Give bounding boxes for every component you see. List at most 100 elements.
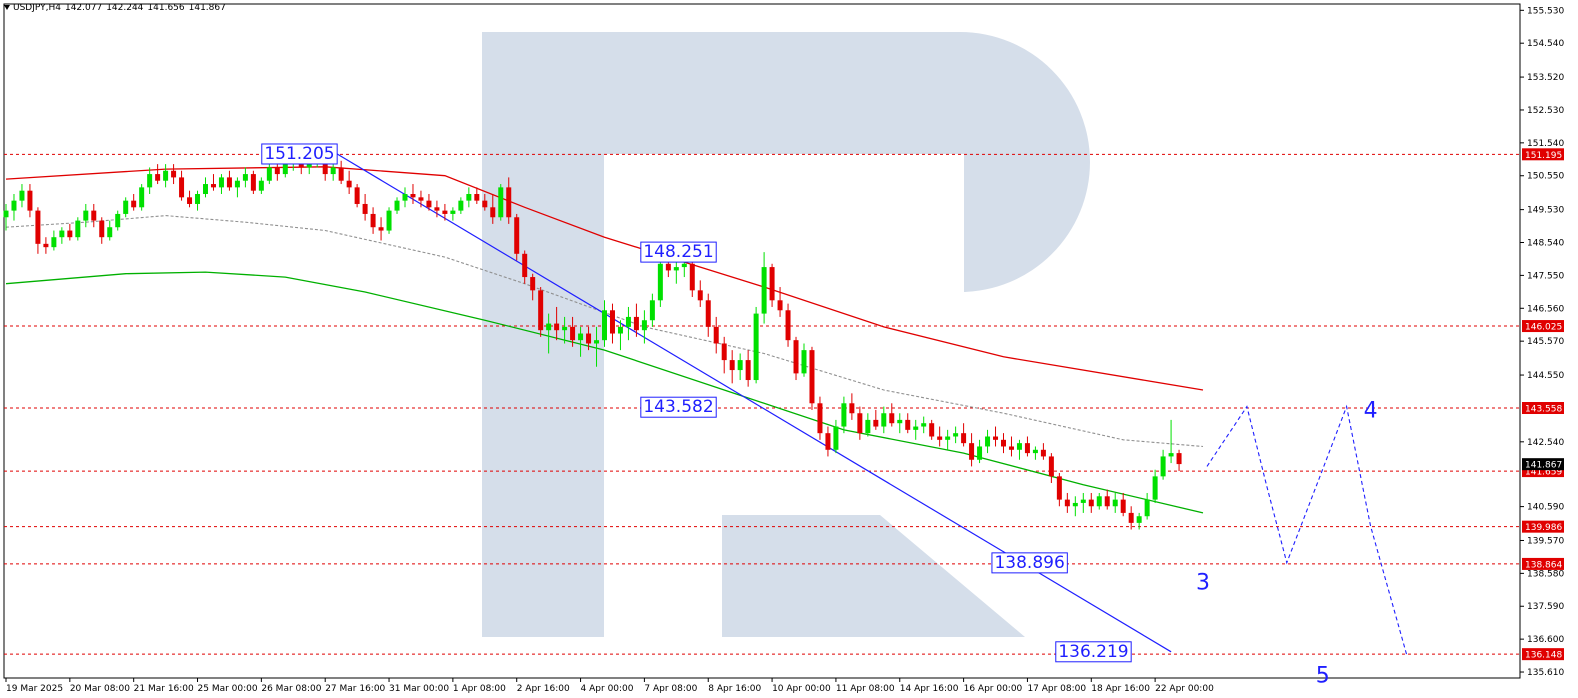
level-tag-label: 151.195 xyxy=(1525,151,1562,161)
level-tag-label: 138.864 xyxy=(1525,560,1562,570)
candle-body xyxy=(1096,496,1102,507)
candle-body xyxy=(522,253,528,278)
candle-body xyxy=(673,267,679,271)
candle-body xyxy=(282,164,288,175)
candle-body xyxy=(394,200,400,211)
candle-body xyxy=(873,419,879,427)
forecast-path xyxy=(1206,404,1408,655)
price-annotation-label: 136.219 xyxy=(1058,642,1128,662)
candle-body xyxy=(1136,516,1142,523)
level-tag-label: 146.025 xyxy=(1525,323,1562,333)
candle-body xyxy=(1120,499,1126,513)
candle-body xyxy=(1160,456,1166,477)
candle-body xyxy=(641,320,647,331)
candle-body xyxy=(91,210,97,221)
y-tick-label: 150.550 xyxy=(1527,172,1564,182)
candle-body xyxy=(713,326,719,344)
candle-body xyxy=(35,210,41,244)
candle-body xyxy=(977,446,983,460)
x-tick-label: 19 Mar 2025 xyxy=(6,684,63,694)
candle-body xyxy=(546,323,552,331)
candle-body xyxy=(985,436,991,447)
candle-body xyxy=(881,413,887,427)
candle-body xyxy=(1112,499,1118,507)
candle-body xyxy=(897,419,903,424)
candle-body xyxy=(562,326,568,331)
candle-body xyxy=(234,180,240,188)
candle-body xyxy=(889,413,895,424)
candle-body xyxy=(1008,446,1014,450)
price-annotation-label: 138.896 xyxy=(994,553,1064,573)
candle-body xyxy=(1104,496,1110,507)
candle-body xyxy=(633,316,639,331)
x-tick-label: 27 Mar 16:00 xyxy=(325,684,385,694)
candle-body xyxy=(849,403,855,414)
price-annotation-label: 143.582 xyxy=(643,397,713,417)
y-tick-label: 149.530 xyxy=(1527,206,1564,216)
candle-body xyxy=(777,300,783,311)
candle-body xyxy=(681,263,687,268)
candle-body xyxy=(482,200,488,208)
candle-body xyxy=(67,230,73,238)
candle-body xyxy=(1128,512,1134,523)
candle-body xyxy=(737,360,743,371)
candle-body xyxy=(179,177,185,198)
candle-body xyxy=(665,263,671,271)
candle-body xyxy=(466,194,472,201)
x-tick-label: 21 Mar 16:00 xyxy=(134,684,194,694)
candle-body xyxy=(123,200,129,214)
candle-body xyxy=(115,213,121,228)
candle-body xyxy=(426,200,432,208)
x-tick-label: 26 Mar 08:00 xyxy=(261,684,321,694)
candle-body xyxy=(745,360,751,381)
candle-body xyxy=(226,177,232,188)
candle-body xyxy=(937,436,943,440)
candle-body xyxy=(961,433,967,444)
candle-body xyxy=(969,443,975,460)
candle-body xyxy=(458,200,464,211)
candle-body xyxy=(1088,499,1094,507)
y-tick-label: 155.530 xyxy=(1527,6,1564,16)
candle-body xyxy=(538,290,544,331)
y-tick-label: 142.540 xyxy=(1527,438,1564,448)
price-annotation-label: 148.251 xyxy=(643,242,713,262)
candle-body xyxy=(602,310,607,341)
candle-body xyxy=(769,267,775,301)
candle-body xyxy=(1056,476,1062,500)
candle-body xyxy=(490,207,496,218)
x-tick-label: 20 Mar 08:00 xyxy=(70,684,130,694)
price-chart[interactable]: 151.205 148.251 143.582 138.896 136.219 3 4 5 15… xyxy=(0,0,1578,698)
candle-body xyxy=(753,313,759,381)
candle-body xyxy=(1152,476,1158,500)
candle-body xyxy=(75,220,81,238)
candle-body xyxy=(258,180,264,191)
candle-body xyxy=(833,426,839,450)
candle-body xyxy=(195,194,201,204)
candle-body xyxy=(147,174,153,188)
candle-body xyxy=(809,350,815,404)
x-tick-label: 31 Mar 00:00 xyxy=(389,684,449,694)
x-tick-label: 16 Apr 00:00 xyxy=(964,684,1023,694)
candle-body xyxy=(594,340,600,344)
candle-body xyxy=(865,419,871,434)
x-tick-label: 8 Apr 16:00 xyxy=(708,684,761,694)
candle-body xyxy=(929,423,935,437)
y-tick-label: 139.570 xyxy=(1527,536,1564,546)
x-tick-label: 25 Mar 00:00 xyxy=(198,684,258,694)
candle-body xyxy=(274,167,280,175)
wave-label: 5 xyxy=(1316,663,1330,688)
candle-body xyxy=(817,403,823,434)
y-tick-label: 146.560 xyxy=(1527,304,1564,314)
y-tick-label: 137.590 xyxy=(1527,602,1564,612)
candle-body xyxy=(1144,499,1150,517)
candle-body xyxy=(1040,449,1046,457)
candle-body xyxy=(242,174,248,181)
candle-body xyxy=(514,217,520,254)
x-tick-label: 1 Apr 08:00 xyxy=(453,684,506,694)
y-tick-label: 148.540 xyxy=(1527,239,1564,249)
candle-body xyxy=(59,230,65,238)
candle-body xyxy=(1168,453,1174,457)
candle-body xyxy=(99,220,105,238)
candle-body xyxy=(506,187,512,218)
candle-body xyxy=(83,210,89,221)
